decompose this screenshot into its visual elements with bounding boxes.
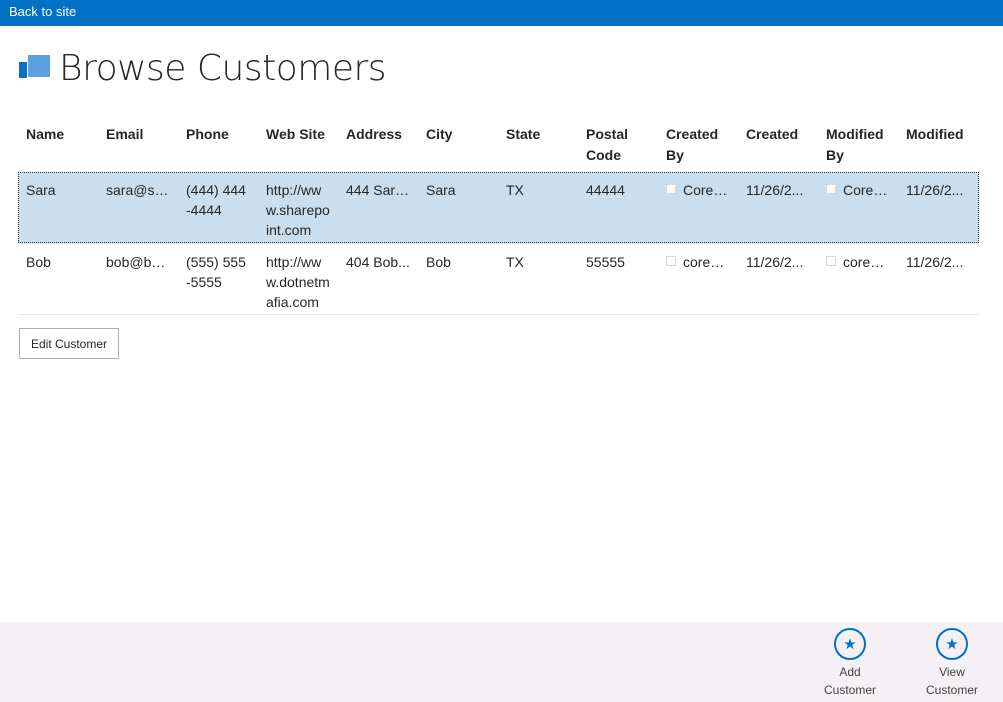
cell-name: Bob (26, 253, 51, 270)
user-presence-icon (666, 255, 676, 266)
column-header-website[interactable]: Web Site (258, 122, 338, 172)
cell-created: 11/26/2... (746, 253, 804, 270)
user-presence-icon (826, 184, 836, 194)
add-customer-label-line2: Customer (823, 683, 876, 697)
view-customer-label-line2: Customer (925, 683, 978, 697)
column-header-modified[interactable]: Modified (898, 122, 979, 172)
column-header-created[interactable]: Created (738, 122, 818, 172)
column-header-address[interactable]: Address (338, 122, 418, 172)
command-bar: ★ Add Customer ★ View Customer (0, 622, 1003, 702)
column-header-modified-by[interactable]: Modified By (818, 122, 898, 172)
cell-phone-link[interactable]: (555) 555-5555 (178, 243, 258, 314)
cell-created-by: corey@s (658, 243, 738, 314)
column-header-created-by[interactable]: Created By (658, 122, 738, 172)
cell-name: Sara (26, 182, 56, 198)
cell-created-by-text: corey@s (683, 253, 738, 270)
cell-modified: 11/26/2... (906, 253, 964, 270)
cell-modified: 11/26/2... (906, 182, 964, 198)
cell-website-link[interactable]: http://www.sharepoint.com (258, 172, 338, 243)
column-header-state[interactable]: State (498, 122, 578, 172)
top-bar: Back to site (0, 0, 1003, 26)
cell-state: TX (506, 182, 524, 198)
customers-table: Name Email Phone Web Site Address City S… (18, 122, 979, 315)
table-header-row: Name Email Phone Web Site Address City S… (18, 122, 979, 172)
column-header-phone[interactable]: Phone (178, 122, 258, 172)
cell-modified-by-text: corey@s (843, 253, 898, 270)
cell-created: 11/26/2... (746, 182, 804, 198)
user-presence-icon (826, 255, 836, 266)
cell-created-by-text: Corey... (683, 182, 731, 198)
page-header: Browse Customers (19, 47, 387, 89)
view-customer-button[interactable]: ★ View Customer (917, 628, 987, 699)
page-title: Browse Customers (59, 47, 387, 89)
cell-address: 404 Bob... (346, 253, 410, 270)
view-customer-label-line1: View (939, 665, 965, 679)
column-header-name[interactable]: Name (18, 122, 98, 172)
edit-customer-button[interactable]: Edit Customer (19, 328, 119, 359)
star-icon: ★ (834, 628, 866, 660)
cell-postal-code: 55555 (586, 253, 625, 270)
cell-email: sara@sa... (106, 182, 174, 198)
cell-city: Sara (426, 182, 456, 198)
cell-phone-link[interactable]: (444) 444-4444 (178, 172, 258, 243)
column-header-city[interactable]: City (418, 122, 498, 172)
cell-modified-by: Corey... (818, 172, 898, 243)
cell-postal-code: 44444 (586, 182, 625, 198)
cell-city: Bob (426, 253, 451, 270)
user-presence-icon (666, 184, 676, 194)
column-header-email[interactable]: Email (98, 122, 178, 172)
cell-created-by: Corey... (658, 172, 738, 243)
cell-modified-by: corey@s (818, 243, 898, 314)
table-row[interactable]: Bob bob@bo... (555) 555-5555 http://www.… (18, 243, 979, 314)
add-customer-label-line1: Add (839, 665, 861, 679)
app-logo-icon (19, 52, 51, 84)
back-to-site-link[interactable]: Back to site (9, 4, 76, 19)
table-row[interactable]: Sara sara@sa... (444) 444-4444 http://ww… (18, 172, 979, 243)
cell-modified-by-text: Corey... (843, 182, 891, 198)
cell-email: bob@bo... (106, 253, 171, 270)
star-icon: ★ (936, 628, 968, 660)
add-customer-button[interactable]: ★ Add Customer (815, 628, 885, 699)
column-header-postal-code[interactable]: Postal Code (578, 122, 658, 172)
cell-state: TX (506, 253, 524, 270)
cell-address: 444 Sara... (346, 182, 415, 198)
cell-website-link[interactable]: http://www.dotnetmafia.com (258, 243, 338, 314)
